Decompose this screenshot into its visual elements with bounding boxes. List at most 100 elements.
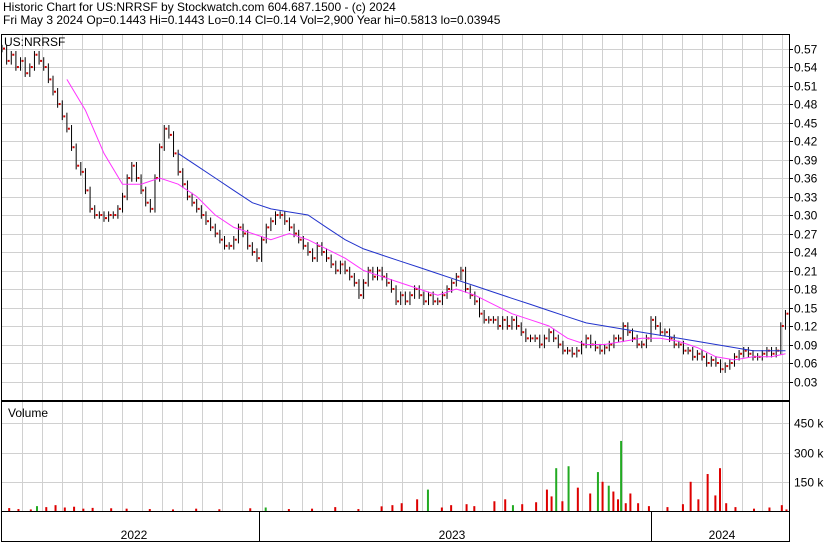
volume-bar — [753, 508, 756, 511]
volume-bar — [287, 509, 290, 511]
close-dot — [220, 238, 223, 241]
close-dot — [642, 343, 645, 346]
volume-bar — [73, 506, 76, 511]
close-dot — [336, 269, 339, 272]
close-dot — [703, 355, 706, 358]
close-dot — [160, 146, 163, 149]
volume-bar — [629, 493, 632, 511]
close-dot — [332, 263, 335, 266]
close-dot — [72, 146, 75, 149]
close-dot — [253, 251, 256, 254]
volume-bar — [511, 505, 514, 511]
close-dot — [601, 349, 604, 352]
price-panel-title: US:NRRSF — [4, 35, 65, 49]
close-dot — [480, 312, 483, 315]
close-dot — [290, 226, 293, 229]
close-dot — [707, 362, 710, 365]
close-dot — [438, 300, 441, 303]
close-dot — [211, 226, 214, 229]
close-dot — [197, 207, 200, 210]
volume-bar — [620, 440, 623, 511]
close-dot — [378, 269, 381, 272]
close-dot — [40, 59, 43, 62]
volume-bar — [601, 481, 604, 511]
close-dot — [536, 337, 539, 340]
volume-bar — [54, 505, 57, 511]
volume-bar — [725, 503, 728, 511]
volume-bar — [624, 503, 627, 511]
close-dot — [410, 294, 413, 297]
close-dot — [304, 244, 307, 247]
close-dot — [661, 331, 664, 334]
volume-bar — [63, 507, 66, 511]
price-tick-label: 0.30 — [794, 209, 818, 223]
close-dot — [563, 349, 566, 352]
volume-axis-labels: 450 k 300 k 150 k — [794, 417, 824, 490]
volume-bar — [125, 508, 128, 511]
close-dot — [452, 281, 455, 284]
volume-bar — [780, 505, 783, 511]
close-dot — [146, 201, 149, 204]
close-dot — [123, 195, 126, 198]
volume-bar — [416, 499, 419, 511]
close-dot — [193, 201, 196, 204]
close-dot — [698, 352, 701, 355]
price-tick-label: 0.48 — [794, 98, 818, 112]
close-dot — [355, 281, 358, 284]
year-label: 2022 — [121, 528, 148, 542]
volume-bar — [110, 508, 113, 511]
close-dot — [67, 127, 70, 130]
volume-tick-label: 150 k — [794, 476, 824, 490]
volume-bar — [550, 496, 553, 511]
volume-bar — [589, 493, 592, 511]
close-dot — [652, 318, 655, 321]
close-dot — [494, 318, 497, 321]
volume-bar — [195, 508, 198, 511]
close-dot — [443, 294, 446, 297]
close-dot — [573, 352, 576, 355]
close-dot — [7, 59, 10, 62]
close-dot — [313, 257, 316, 260]
close-dot — [726, 365, 729, 368]
volume-bar — [45, 507, 48, 511]
close-dot — [91, 207, 94, 210]
volume-bar — [493, 501, 496, 511]
volume-bar — [29, 509, 32, 511]
close-dot — [508, 325, 511, 328]
close-dot — [730, 362, 733, 365]
close-dot — [577, 349, 580, 352]
close-dot — [21, 59, 24, 62]
close-dot — [225, 244, 228, 247]
close-dot — [118, 207, 121, 210]
volume-bar — [82, 508, 85, 511]
price-tick-label: 0.57 — [794, 43, 818, 57]
volume-bar — [734, 507, 737, 511]
price-tick-label: 0.09 — [794, 339, 818, 353]
close-dot — [137, 177, 140, 180]
volume-bar — [380, 506, 383, 511]
close-dot — [429, 294, 432, 297]
price-tick-label: 0.27 — [794, 228, 818, 242]
close-dot — [49, 78, 52, 81]
close-dot — [475, 300, 478, 303]
volume-bar — [607, 485, 610, 511]
close-dot — [517, 325, 520, 328]
close-dot — [183, 183, 186, 186]
close-dot — [327, 257, 330, 260]
close-dot — [239, 226, 242, 229]
close-dot — [100, 214, 103, 217]
close-dot — [104, 217, 107, 220]
close-dot — [693, 355, 696, 358]
close-dot — [53, 90, 56, 93]
close-dot — [624, 325, 627, 328]
volume-bar — [555, 468, 558, 511]
close-dot — [401, 294, 404, 297]
close-dot — [308, 251, 311, 254]
close-dot — [244, 232, 247, 235]
close-dot — [772, 352, 775, 355]
close-dot — [262, 238, 265, 241]
close-dot — [712, 358, 715, 361]
price-tick-label: 0.03 — [794, 376, 818, 390]
price-tick-label: 0.36 — [794, 172, 818, 186]
price-tick-label: 0.24 — [794, 246, 818, 260]
